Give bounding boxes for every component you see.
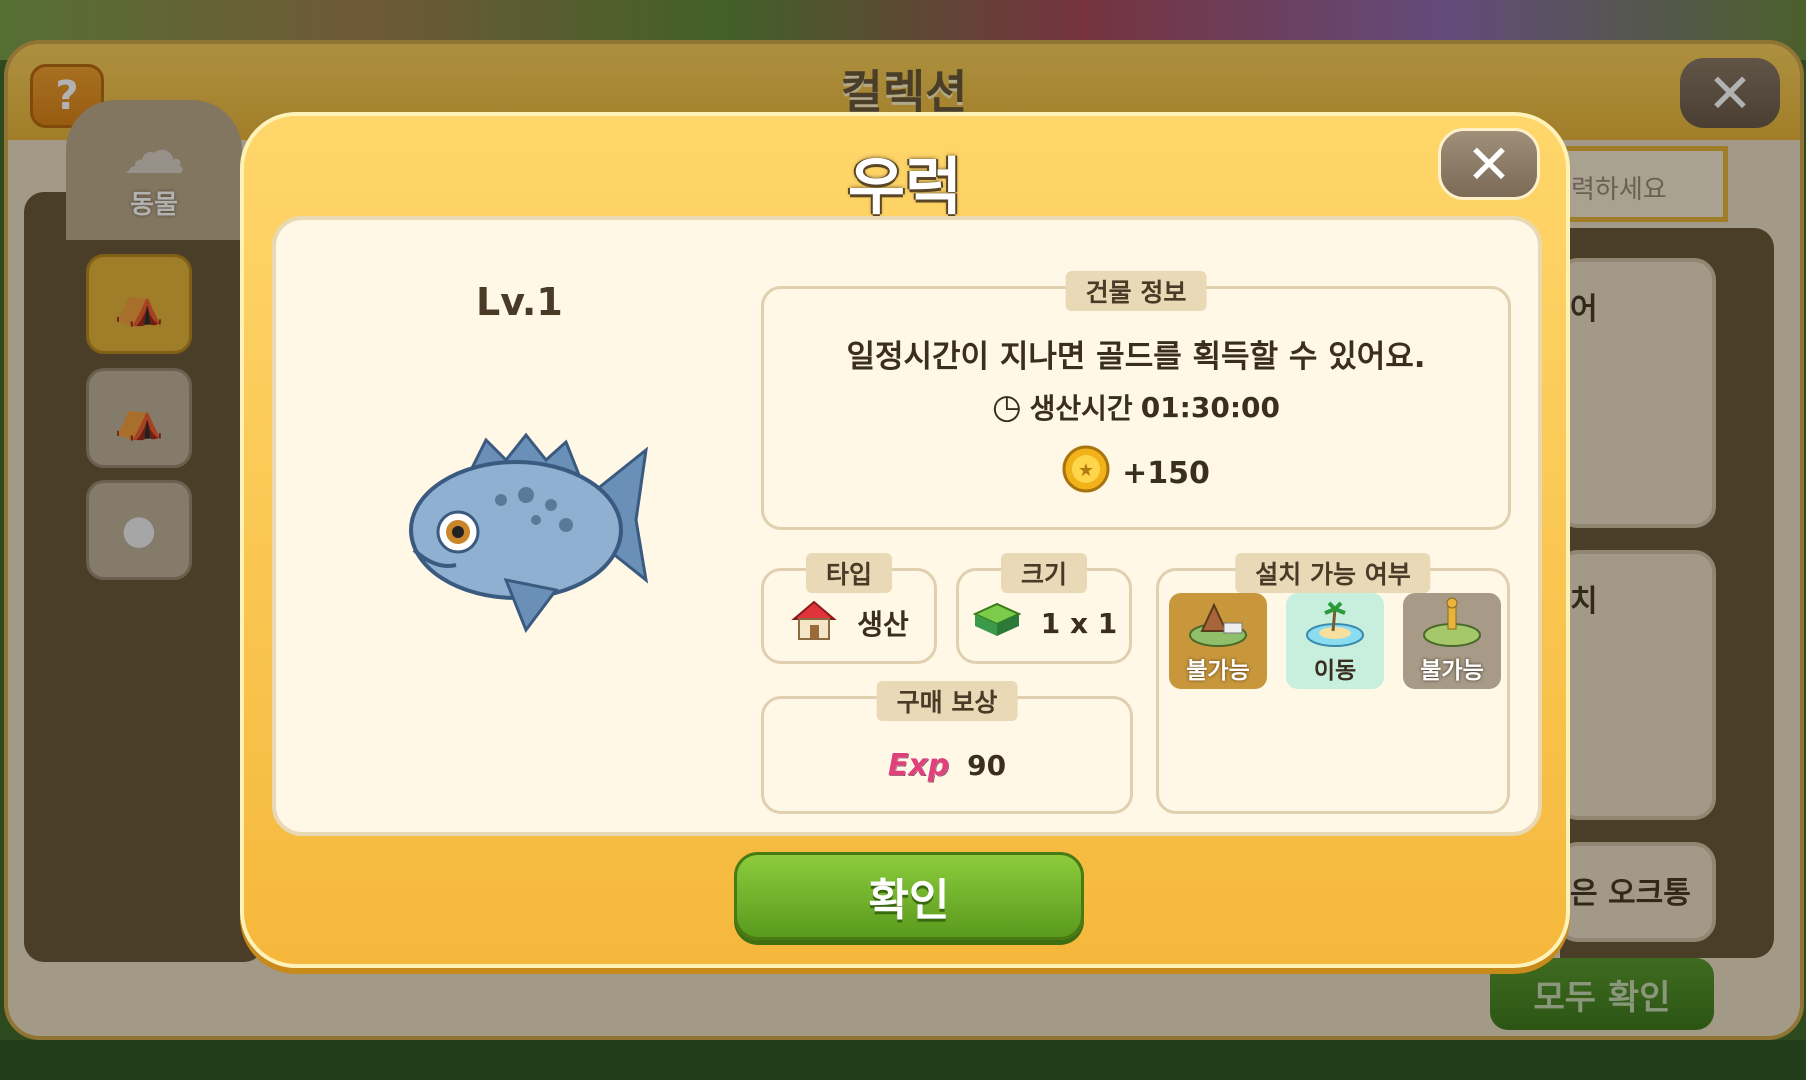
building-info-tag: 건물 정보 (1065, 271, 1207, 311)
placement-tile-farm: 불가능 (1169, 593, 1267, 689)
production-time-row: ◷ 생산시간 01:30:00 (764, 387, 1508, 427)
exp-value: 90 (967, 748, 1007, 782)
modal-content: Lv.1 건물 정보 일정시간이 지나면 골드를 획득할 수 있어요. ◷ 생산… (272, 216, 1542, 836)
size-value: 1 x 1 (1040, 606, 1118, 640)
type-box: 타입 생산 (761, 553, 937, 664)
island-icon (1306, 601, 1364, 647)
modal-title: 우럭 (847, 150, 963, 223)
house-icon (789, 599, 839, 648)
modal-close-button[interactable]: ✕ (1438, 128, 1540, 200)
placement-tag: 설치 가능 여부 (1235, 553, 1431, 593)
farm-giraffe-icon (1423, 597, 1481, 647)
placement-availability-box: 설치 가능 여부 불가능 이동 불가능 (1156, 553, 1510, 814)
gold-reward-value: +150 (1122, 455, 1210, 491)
building-info-box: 건물 정보 일정시간이 지나면 골드를 획득할 수 있어요. ◷ 생산시간 01… (761, 271, 1511, 530)
size-box: 크기 1 x 1 (956, 553, 1132, 664)
building-description: 일정시간이 지나면 골드를 획득할 수 있어요. (846, 339, 1426, 375)
svg-text:★: ★ (1078, 460, 1094, 481)
level-label: Lv.1 (476, 280, 563, 324)
type-tag: 타입 (805, 553, 893, 593)
placement-tile-label: 이동 (1313, 658, 1357, 684)
confirm-button[interactable]: 확인 (734, 852, 1084, 940)
rockfish-icon (396, 420, 656, 640)
grass-tile-icon (971, 600, 1023, 647)
purchase-reward-box: 구매 보상 Exp 90 (761, 681, 1133, 814)
size-tag: 크기 (1000, 553, 1088, 593)
placement-tile-label: 불가능 (1186, 658, 1250, 684)
production-time-label: 생산시간 (1029, 392, 1133, 425)
exp-icon: Exp (887, 747, 950, 783)
farm-tent-icon (1189, 602, 1247, 647)
production-time-value: 01:30:00 (1140, 390, 1280, 424)
gold-reward-row: ★ +150 (764, 445, 1508, 501)
placement-tile-label: 불가능 (1420, 658, 1484, 684)
placement-tile-savanna: 불가능 (1403, 593, 1501, 689)
gold-coin-icon: ★ (1062, 445, 1110, 501)
item-detail-modal: 우럭 ✕ Lv.1 건물 정보 일정시간이 지나면 골드를 획득할 수 있어요.… (240, 112, 1570, 968)
type-value: 생산 (857, 608, 909, 641)
purchase-reward-tag: 구매 보상 (876, 681, 1018, 721)
clock-icon: ◷ (991, 387, 1022, 427)
placement-tile-island: 이동 (1286, 593, 1384, 689)
